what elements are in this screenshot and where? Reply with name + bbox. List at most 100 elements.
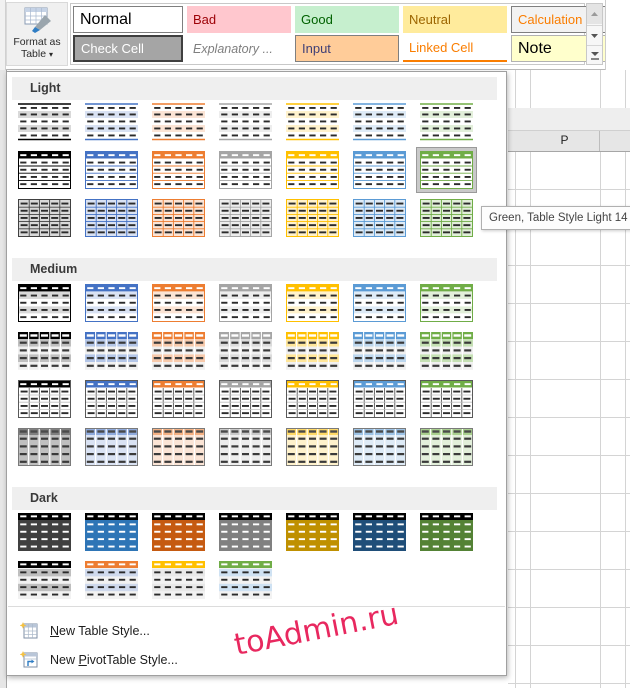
gold-table-style-light-19[interactable] (283, 196, 342, 240)
blue-table-style-dark-2[interactable] (82, 510, 141, 554)
none-table-style[interactable] (15, 100, 74, 144)
blue-table-style-medium-16[interactable] (82, 377, 141, 421)
gold-table-style-medium-26[interactable] (283, 425, 342, 469)
table-style-preview (152, 561, 205, 599)
blue-table-style-medium-20[interactable] (350, 377, 409, 421)
table-style-preview (420, 284, 473, 322)
green-table-style-medium-14[interactable] (417, 329, 476, 373)
green-table-style-medium-21[interactable] (417, 377, 476, 421)
scroll-up-icon[interactable] (587, 4, 602, 24)
gold-table-style-dark-5[interactable] (283, 510, 342, 554)
orange-table-style-medium-10[interactable] (149, 329, 208, 373)
blue-table-style-medium-2[interactable] (82, 281, 141, 325)
gray-table-style-light-18[interactable] (216, 196, 275, 240)
table-style-preview (18, 151, 71, 189)
cell-style-explanatory[interactable]: Explanatory ... (187, 35, 291, 62)
orange-table-style-dark-3[interactable] (149, 510, 208, 554)
blue-table-style-light-16[interactable] (82, 196, 141, 240)
orange-table-style-light-17[interactable] (149, 196, 208, 240)
column-header-p[interactable]: P (530, 130, 600, 151)
scroll-down-icon[interactable] (587, 25, 602, 45)
gray-table-style-light-3[interactable] (216, 100, 275, 144)
orange-table-style-medium-24[interactable] (149, 425, 208, 469)
cell-style-normal[interactable]: Normal (73, 6, 183, 33)
menu-item-new-table-style[interactable]: New Table Style... (8, 617, 505, 645)
blue-table-style-medium-9[interactable] (82, 329, 141, 373)
blue-table-style-light-20[interactable] (350, 196, 409, 240)
green-table-style-medium-7[interactable] (417, 281, 476, 325)
more-styles-icon[interactable] (587, 45, 602, 66)
table-style-preview (286, 332, 339, 370)
black-table-style-medium-15[interactable] (15, 377, 74, 421)
orange-table-style-light-2[interactable] (149, 100, 208, 144)
black-table-style-light-8[interactable] (15, 148, 74, 192)
blue-table-style-light-9[interactable] (82, 148, 141, 192)
table-style-preview (18, 199, 71, 237)
black-table-style-medium-8[interactable] (15, 329, 74, 373)
table-style-preview (353, 380, 406, 418)
green-table-style-dark-11[interactable] (216, 558, 275, 602)
gold-table-style-medium-19[interactable] (283, 377, 342, 421)
cell-style-good[interactable]: Good (295, 6, 399, 33)
table-style-preview (85, 284, 138, 322)
blue-table-style-dark-6[interactable] (350, 510, 409, 554)
gray-table-style-light-11[interactable] (216, 148, 275, 192)
menu-item-new-pivottable-style[interactable]: New PivotTable Style... (8, 646, 505, 674)
table-style-preview (152, 199, 205, 237)
ribbon-right-group (605, 0, 630, 70)
gray-table-style-medium-18[interactable] (216, 377, 275, 421)
gray-table-style-medium-25[interactable] (216, 425, 275, 469)
format-as-table-button[interactable]: Format as Table ▾ (6, 2, 68, 66)
table-style-preview (85, 151, 138, 189)
black-table-style-light-15[interactable] (15, 196, 74, 240)
table-style-preview (219, 561, 272, 599)
table-style-preview (420, 103, 473, 141)
orange-table-style-dark-9[interactable] (82, 558, 141, 602)
gold-table-style-medium-5[interactable] (283, 281, 342, 325)
gold-table-style-light-4[interactable] (283, 100, 342, 144)
green-table-style-light-6[interactable] (417, 100, 476, 144)
blue-table-style-medium-27[interactable] (350, 425, 409, 469)
black-table-style-medium-1[interactable] (15, 281, 74, 325)
green-table-style-light-14[interactable] (417, 148, 476, 192)
black-table-style-dark-1[interactable] (15, 510, 74, 554)
cell-style-check-cell[interactable]: Check Cell (73, 35, 183, 62)
orange-table-style-medium-17[interactable] (149, 377, 208, 421)
green-table-style-light-21[interactable] (417, 196, 476, 240)
table-style-preview (353, 199, 406, 237)
orange-table-style-medium-3[interactable] (149, 281, 208, 325)
black-table-style-dark-8[interactable] (15, 558, 74, 602)
gold-table-style-medium-12[interactable] (283, 329, 342, 373)
gray-table-style-dark-4[interactable] (216, 510, 275, 554)
gray-table-style-medium-4[interactable] (216, 281, 275, 325)
blue-table-style-light-5[interactable] (350, 100, 409, 144)
green-table-style-medium-28[interactable] (417, 425, 476, 469)
green-table-style-dark-7[interactable] (417, 510, 476, 554)
blue-table-style-medium-6[interactable] (350, 281, 409, 325)
blue-table-style-medium-13[interactable] (350, 329, 409, 373)
blue-table-style-light-1[interactable] (82, 100, 141, 144)
gold-table-style-light-12[interactable] (283, 148, 342, 192)
gridline (508, 303, 630, 304)
table-style-preview (286, 103, 339, 141)
cell-style-linked-cell[interactable]: Linked Cell (403, 35, 507, 62)
gridline (508, 379, 630, 380)
gold-table-style-dark-10[interactable] (149, 558, 208, 602)
gray-table-style-medium-11[interactable] (216, 329, 275, 373)
black-table-style-medium-22[interactable] (15, 425, 74, 469)
cell-style-input[interactable]: Input (295, 35, 399, 62)
blue-table-style-medium-23[interactable] (82, 425, 141, 469)
table-style-preview (353, 428, 406, 466)
cell-style-bad[interactable]: Bad (187, 6, 291, 33)
orange-table-style-light-10[interactable] (149, 148, 208, 192)
table-style-preview (152, 380, 205, 418)
cell-styles-gallery[interactable]: NormalBadGoodNeutralCalculationCheck Cel… (70, 3, 585, 65)
blue-table-style-light-13[interactable] (350, 148, 409, 192)
table-styles-dropdown[interactable]: LightMediumDarkNew Table Style...New Piv… (6, 71, 507, 676)
table-style-preview (152, 151, 205, 189)
cell-style-neutral[interactable]: Neutral (403, 6, 507, 33)
table-style-preview (353, 332, 406, 370)
table-style-preview (219, 199, 272, 237)
cell-styles-scrollbar[interactable] (586, 3, 603, 65)
table-style-preview (353, 513, 406, 551)
